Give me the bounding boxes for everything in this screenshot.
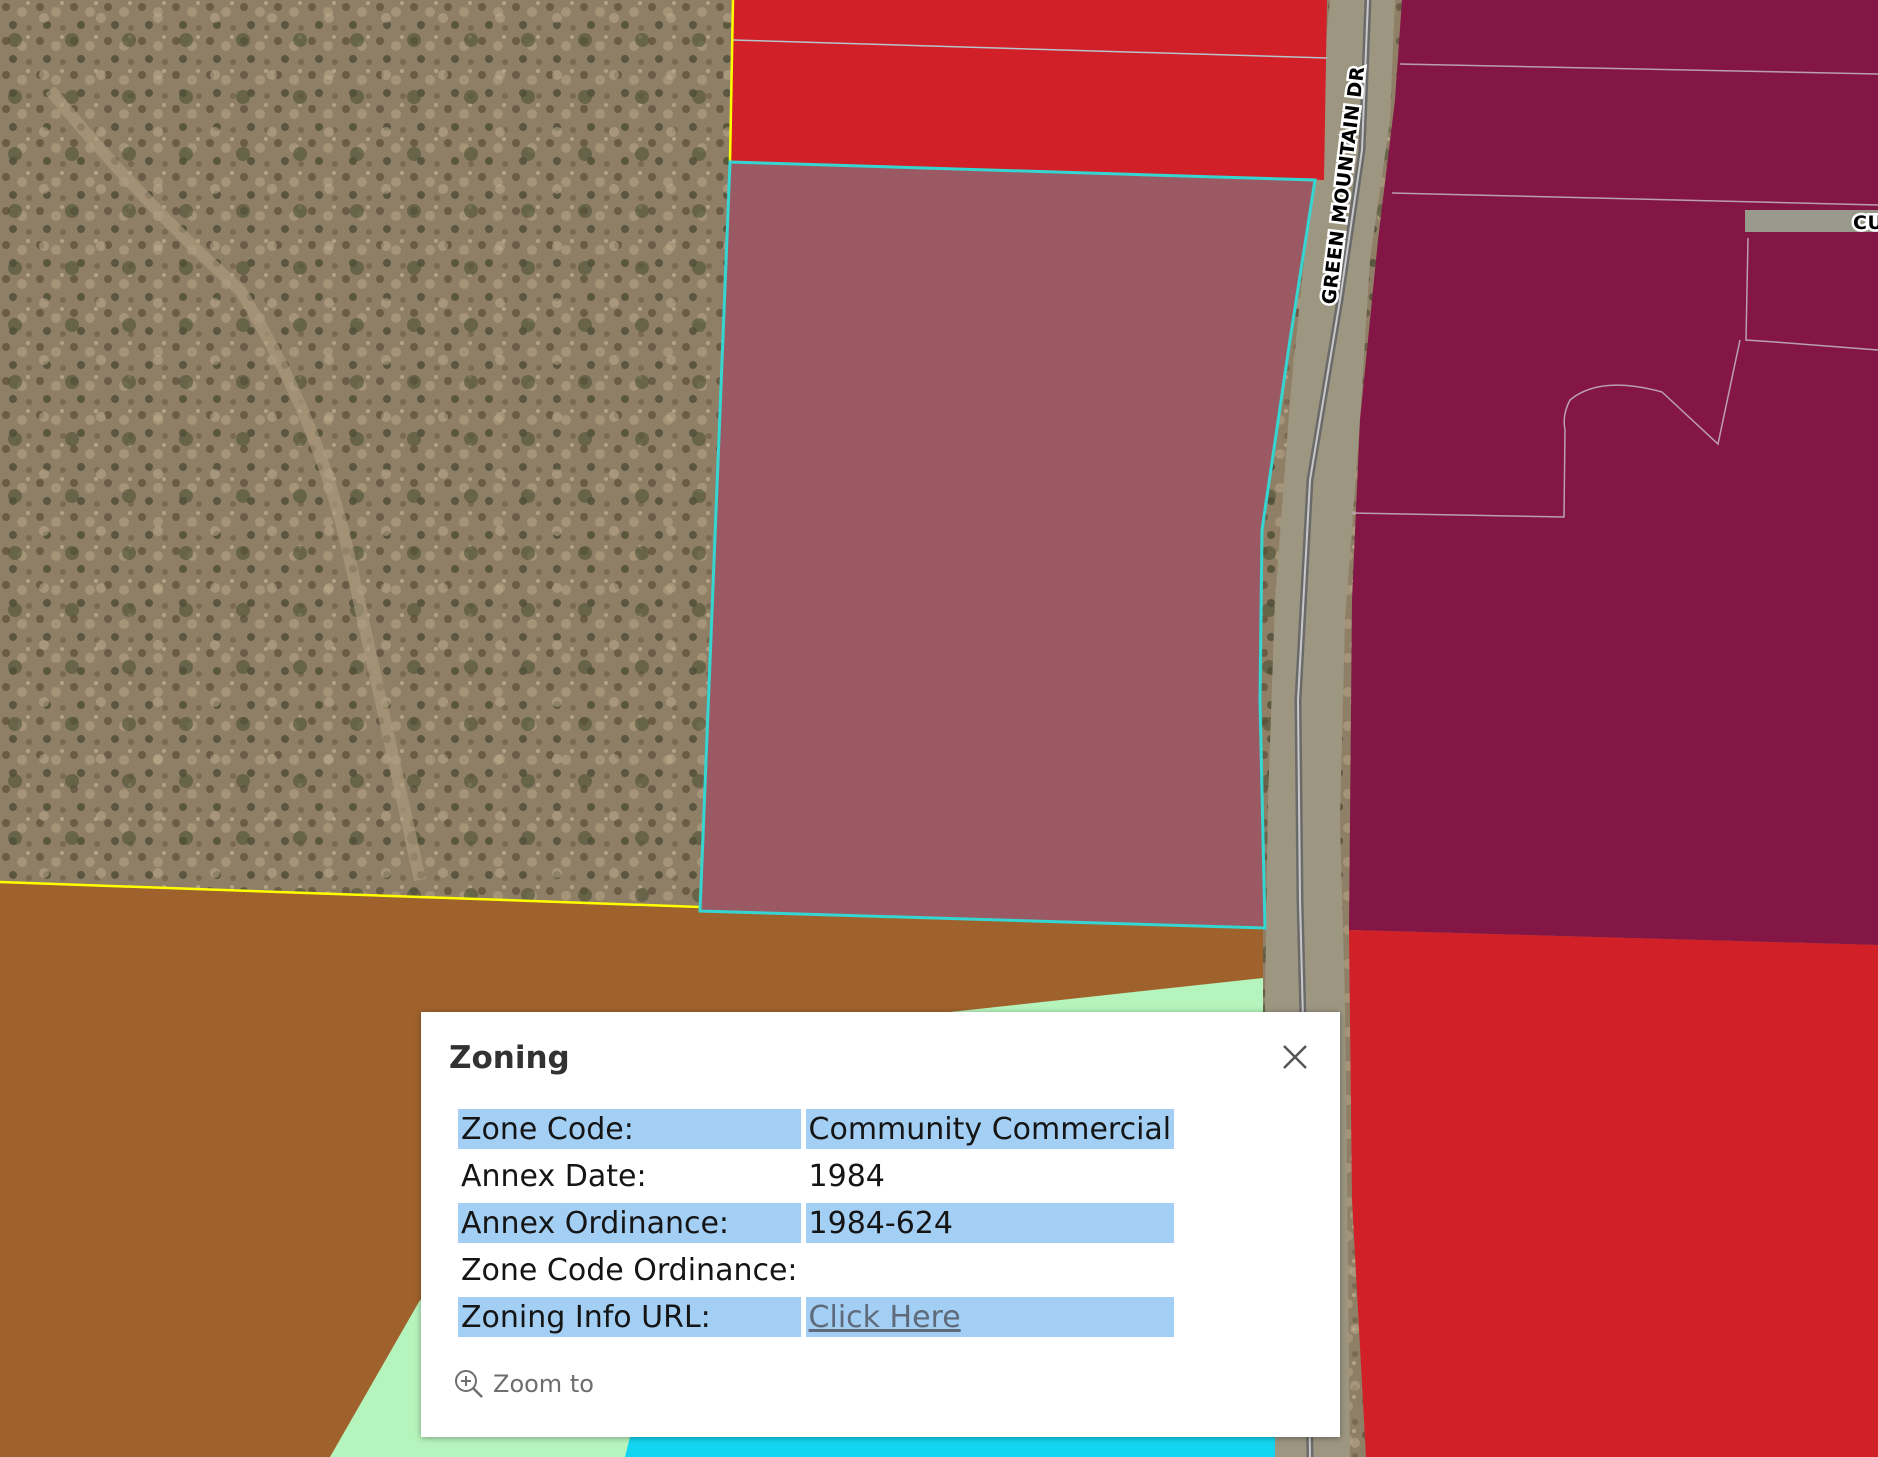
selected-parcel[interactable]	[698, 160, 1317, 930]
attribute-value: Community Commercial	[805, 1109, 1175, 1149]
table-row: Zone Code: Community Commercial	[458, 1109, 1175, 1149]
zoning-info-link[interactable]: Click Here	[809, 1300, 961, 1335]
table-row: Annex Ordinance: 1984-624	[458, 1203, 1175, 1243]
side-road-label: CU	[1853, 212, 1878, 234]
attribute-table: Zone Code: Community Commercial Annex Da…	[453, 1102, 1179, 1344]
parcel-commercial-bottom-right[interactable]	[1349, 930, 1878, 1457]
popup-title: Zoning	[449, 1040, 570, 1076]
table-row: Zoning Info URL: Click Here	[458, 1297, 1175, 1337]
attribute-label: Zone Code:	[458, 1109, 801, 1149]
parcel-cyan-zone[interactable]	[625, 1437, 1275, 1457]
attribute-label: Zoning Info URL:	[458, 1297, 801, 1337]
attribute-value	[806, 1250, 1175, 1290]
parcel-commercial-top[interactable]	[730, 0, 1327, 180]
zoom-in-icon	[455, 1370, 483, 1398]
zoom-to-label: Zoom to	[493, 1370, 594, 1398]
attribute-label: Annex Ordinance:	[458, 1203, 801, 1243]
attribute-value-cell: Click Here	[805, 1297, 1175, 1337]
table-row: Annex Date: 1984	[458, 1156, 1174, 1196]
attribute-value: 1984-624	[805, 1203, 1175, 1243]
attribute-value: 1984	[808, 1158, 885, 1194]
parcel-maroon-zone[interactable]	[1349, 0, 1878, 945]
close-icon[interactable]	[1276, 1038, 1314, 1076]
table-row: Zone Code Ordinance:	[458, 1250, 1174, 1290]
attribute-label: Zone Code Ordinance:	[461, 1252, 798, 1288]
attribute-label: Annex Date:	[461, 1158, 647, 1194]
zoom-to-button[interactable]: Zoom to	[453, 1368, 594, 1400]
feature-popup: Zoning Zone Code: Community Commercial A…	[421, 1012, 1340, 1437]
